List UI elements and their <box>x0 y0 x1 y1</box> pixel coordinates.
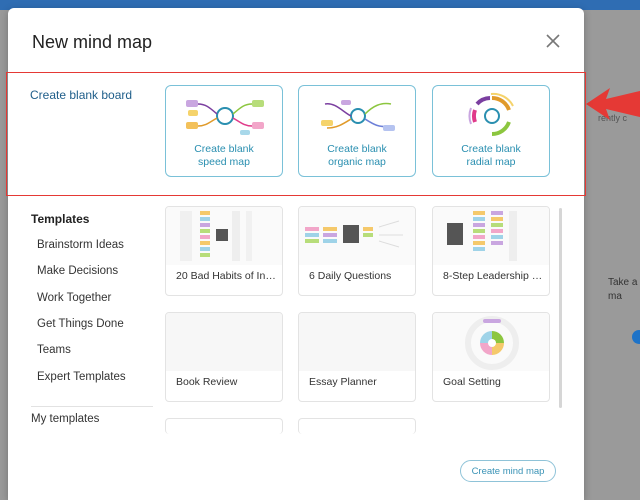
templates-heading: Templates <box>31 212 90 226</box>
template-label: Goal Setting <box>443 376 501 388</box>
template-card[interactable]: Essay Planner <box>298 312 416 402</box>
create-blank-organic-map-button[interactable]: Create blank organic map <box>298 85 416 177</box>
template-card[interactable]: Goal Setting <box>432 312 550 402</box>
radial-map-icon <box>468 92 514 137</box>
template-card[interactable]: 6 Daily Questions <box>298 206 416 296</box>
organic-map-icon <box>321 100 395 131</box>
template-thumbnail <box>433 313 549 371</box>
template-thumbnail <box>433 207 549 265</box>
sidebar-divider <box>31 406 153 407</box>
template-thumbnail <box>166 313 282 371</box>
close-icon[interactable] <box>544 32 562 50</box>
category-brainstorm-ideas[interactable]: Brainstorm Ideas <box>37 239 124 251</box>
template-card[interactable]: 20 Bad Habits of Int… <box>165 206 283 296</box>
template-card[interactable]: 8-Step Leadership D… <box>432 206 550 296</box>
template-label: 8-Step Leadership D… <box>443 270 545 282</box>
create-blank-radial-map-button[interactable]: Create blank radial map <box>432 85 550 177</box>
template-card[interactable]: Book Review <box>165 312 283 402</box>
category-make-decisions[interactable]: Make Decisions <box>37 265 118 277</box>
organic-map-caption: Create blank organic map <box>327 143 387 168</box>
category-work-together[interactable]: Work Together <box>37 292 111 304</box>
category-expert-templates[interactable]: Expert Templates <box>37 371 126 383</box>
radial-map-caption: Create blank radial map <box>461 143 521 168</box>
speed-map-caption: Create blank speed map <box>194 143 254 168</box>
template-label: 20 Bad Habits of Int… <box>176 270 278 282</box>
template-card-partial[interactable] <box>165 418 283 434</box>
template-label: Essay Planner <box>309 376 377 388</box>
template-thumbnail <box>166 207 282 265</box>
template-label: 6 Daily Questions <box>309 270 392 282</box>
template-thumbnail <box>299 207 415 265</box>
templates-scrollbar[interactable] <box>559 208 562 408</box>
template-thumbnail <box>299 313 415 371</box>
dialog-title: New mind map <box>32 32 153 52</box>
create-mind-map-button[interactable]: Create mind map <box>460 460 556 482</box>
template-card-partial[interactable] <box>298 418 416 434</box>
category-get-things-done[interactable]: Get Things Done <box>37 318 124 330</box>
speed-map-icon <box>186 100 264 135</box>
create-blank-speed-map-button[interactable]: Create blank speed map <box>165 85 283 177</box>
background-side-text: Take a ma <box>608 277 638 302</box>
category-teams[interactable]: Teams <box>37 344 71 356</box>
annotation-arrow-icon <box>586 88 640 120</box>
template-label: Book Review <box>176 376 238 388</box>
my-templates-link[interactable]: My templates <box>31 413 99 425</box>
background-blue-dot <box>632 330 640 344</box>
new-mind-map-dialog: New mind map Create blank board Create b… <box>6 8 586 500</box>
create-blank-board-label: Create blank board <box>30 88 133 102</box>
